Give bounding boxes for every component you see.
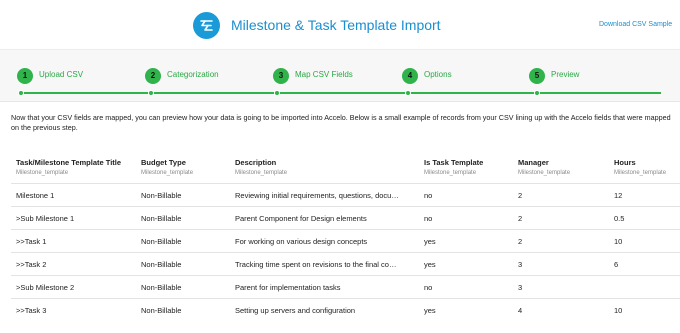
column-header: Is Task Template Milestone_template — [424, 158, 484, 176]
table-row: >>Task 2 Non-Billable Tracking time spen… — [11, 252, 680, 275]
step-number: 1 — [17, 68, 33, 84]
column-header: Hours Milestone_template — [614, 158, 667, 176]
step-number: 4 — [402, 68, 418, 84]
sliders-icon — [193, 12, 220, 39]
table-row: >>Task 1 Non-Billable For working on var… — [11, 229, 680, 252]
step-number: 2 — [145, 68, 161, 84]
stepper-progress-line — [21, 92, 661, 94]
preview-instructions: Now that your CSV fields are mapped, you… — [11, 113, 671, 132]
stepper-dot — [18, 90, 24, 96]
import-stepper: 1 Upload CSV 2 Categorization 3 Map CSV … — [0, 50, 680, 102]
page-title: Milestone & Task Template Import — [231, 17, 441, 33]
stepper-dot — [274, 90, 280, 96]
column-header: Task/Milestone Template Title Milestone_t… — [16, 158, 122, 176]
download-csv-sample-link[interactable]: Download CSV Sample — [599, 21, 672, 28]
table-row: >Sub Milestone 2 Non-Billable Parent for… — [11, 275, 680, 298]
step-label: Upload CSV — [39, 70, 84, 79]
column-header: Description Milestone_template — [235, 158, 288, 176]
table-row: >Sub Milestone 1 Non-Billable Parent Com… — [11, 206, 680, 229]
step-label: Map CSV Fields — [295, 70, 353, 79]
column-header: Manager Milestone_template — [518, 158, 571, 176]
column-header: Budget Type Milestone_template — [141, 158, 194, 176]
table-header: Task/Milestone Template Title Milestone_t… — [11, 156, 680, 182]
table-row: Milestone 1 Non-Billable Reviewing initi… — [11, 183, 680, 206]
page-header: Milestone & Task Template Import Downloa… — [0, 0, 680, 50]
stepper-dot — [534, 90, 540, 96]
stepper-dot — [405, 90, 411, 96]
step-label: Preview — [551, 70, 580, 79]
step-number: 3 — [273, 68, 289, 84]
step-number: 5 — [529, 68, 545, 84]
step-label: Options — [424, 70, 452, 79]
table-row: >>Task 3 Non-Billable Setting up servers… — [11, 298, 680, 321]
step-label: Categorization — [167, 70, 219, 79]
stepper-dot — [148, 90, 154, 96]
